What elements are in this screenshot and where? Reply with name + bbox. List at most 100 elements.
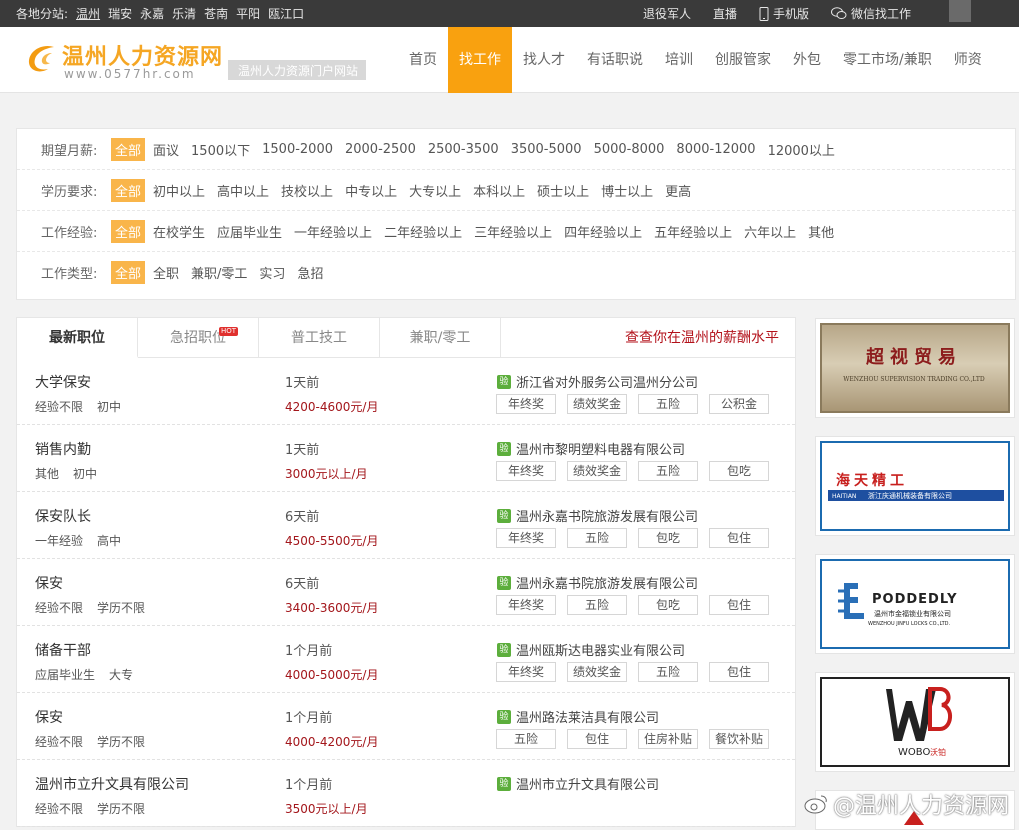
filter-option[interactable]: 1500-2000 xyxy=(258,140,337,159)
filter-option[interactable]: 8000-12000 xyxy=(672,140,759,159)
filter-option[interactable]: 2500-3500 xyxy=(424,140,503,159)
nav-find-talent[interactable]: 找人才 xyxy=(512,27,576,93)
filter-option[interactable]: 全职 xyxy=(149,261,183,284)
nav-training[interactable]: 培训 xyxy=(654,27,704,93)
filter-option[interactable]: 全部 xyxy=(111,137,146,161)
filter-option[interactable]: 全部 xyxy=(111,219,146,243)
filter-option[interactable]: 博士以上 xyxy=(597,179,657,202)
job-education: 高中 xyxy=(97,534,122,548)
job-company[interactable]: 验温州瓯斯达电器实业有限公司 xyxy=(497,640,685,659)
filter-option[interactable]: 高中以上 xyxy=(213,179,273,202)
filter-option[interactable]: 面议 xyxy=(149,138,183,161)
welfare-tags: 年终奖 绩效奖金 五险 公积金 xyxy=(496,394,769,414)
job-title[interactable]: 储备干部 xyxy=(35,640,91,660)
filter-option[interactable]: 四年经验以上 xyxy=(560,220,646,243)
job-company[interactable]: 验温州永嘉书院旅游发展有限公司 xyxy=(497,573,698,592)
nav-gig-market[interactable]: 零工市场/兼职 xyxy=(832,27,943,93)
top-links: 退役军人 直播 手机版 微信找工作 xyxy=(643,5,911,22)
veterans-link[interactable]: 退役军人 xyxy=(643,5,691,22)
tab-part-time[interactable]: 兼职/零工 xyxy=(380,318,501,358)
city-link-ruian[interactable]: 瑞安 xyxy=(108,5,132,22)
city-substations: 各地分站: 温州 瑞安 永嘉 乐清 苍南 平阳 瓯江口 xyxy=(16,5,304,22)
filter-option[interactable]: 在校学生 xyxy=(149,220,209,243)
ad-banner-haitian[interactable]: 海天精工 HAITIAN 浙江庆通机械装备有限公司 xyxy=(815,436,1015,536)
filter-option[interactable]: 全部 xyxy=(111,178,146,202)
filter-option[interactable]: 12000以上 xyxy=(764,138,839,161)
ad-banner-jinfu[interactable]: PODDEDLY 温州市金福锁业有限公司 WENZHOU JINFU LOCKS… xyxy=(815,554,1015,654)
filter-option[interactable]: 技校以上 xyxy=(277,179,337,202)
job-education: 学历不限 xyxy=(97,601,146,615)
job-company[interactable]: 验温州市立升文具有限公司 xyxy=(497,774,659,793)
city-link-oujiangkou[interactable]: 瓯江口 xyxy=(268,5,304,22)
filter-option[interactable]: 六年以上 xyxy=(740,220,800,243)
ad-banner-wobo[interactable]: WOBO 沃铂 xyxy=(815,672,1015,772)
filter-option[interactable]: 1500以下 xyxy=(187,138,254,161)
city-link-yueqing[interactable]: 乐清 xyxy=(172,5,196,22)
ad-jinfu-brand: PODDEDLY xyxy=(872,592,958,607)
tab-general-workers[interactable]: 普工技工 xyxy=(259,318,380,358)
job-requirements: 一年经验 高中 xyxy=(35,532,135,549)
filter-option[interactable]: 兼职/零工 xyxy=(187,261,251,284)
nav-teachers[interactable]: 师资 xyxy=(943,27,993,93)
filter-option[interactable]: 全部 xyxy=(111,261,146,284)
filter-option[interactable]: 二年经验以上 xyxy=(380,220,466,243)
city-link-pingyang[interactable]: 平阳 xyxy=(236,5,260,22)
job-row: 温州市立升文具有限公司 经验不限 学历不限 1个月前 3500元以上/月 验温州市… xyxy=(17,760,795,827)
job-experience: 经验不限 xyxy=(35,735,84,749)
weibo-watermark: @温州人力资源网 xyxy=(803,788,1009,820)
job-title[interactable]: 销售内勤 xyxy=(35,439,91,459)
job-title[interactable]: 保安 xyxy=(35,573,63,593)
job-posted-time: 6天前 xyxy=(285,577,320,592)
filter-option[interactable]: 初中以上 xyxy=(149,179,209,202)
filter-option[interactable]: 2000-2500 xyxy=(341,140,420,159)
job-title[interactable]: 保安 xyxy=(35,707,63,727)
nav-home[interactable]: 首页 xyxy=(398,27,448,93)
filter-option[interactable]: 其他 xyxy=(804,220,838,243)
filter-option[interactable]: 更高 xyxy=(661,179,695,202)
job-company[interactable]: 验温州路法莱洁具有限公司 xyxy=(497,707,659,726)
filter-option[interactable]: 本科以上 xyxy=(469,179,529,202)
welfare-tag: 五险 xyxy=(638,461,698,481)
job-education: 学历不限 xyxy=(97,735,146,749)
job-company[interactable]: 验浙江省对外服务公司温州分公司 xyxy=(497,372,698,391)
company-name: 温州永嘉书院旅游发展有限公司 xyxy=(516,510,699,525)
filter-option[interactable]: 一年经验以上 xyxy=(290,220,376,243)
job-title[interactable]: 温州市立升文具有限公司 xyxy=(35,774,189,794)
filter-option[interactable]: 实习 xyxy=(255,261,289,284)
tab-urgent-jobs[interactable]: 急招职位 HOT xyxy=(138,318,259,358)
job-requirements: 应届毕业生 大专 xyxy=(35,666,147,683)
welfare-tag: 五险 xyxy=(567,528,627,548)
welfare-tag: 绩效奖金 xyxy=(567,461,627,481)
site-logo[interactable]: 温州人力资源网 www.0577hr.com xyxy=(24,37,222,83)
wechat-link[interactable]: 微信找工作 xyxy=(830,5,911,22)
mobile-link[interactable]: 手机版 xyxy=(759,5,809,22)
filter-option[interactable]: 五年经验以上 xyxy=(650,220,736,243)
nav-career-talk[interactable]: 有话职说 xyxy=(576,27,654,93)
city-link-cangnan[interactable]: 苍南 xyxy=(204,5,228,22)
ad-banner-chaoshi[interactable]: 超视贸易 WENZHOU SUPERVISION TRADING CO.,LTD xyxy=(815,318,1015,418)
filter-option[interactable]: 三年经验以上 xyxy=(470,220,556,243)
nav-find-job[interactable]: 找工作 xyxy=(448,27,512,93)
city-link-yongjia[interactable]: 永嘉 xyxy=(140,5,164,22)
job-company[interactable]: 验温州永嘉书院旅游发展有限公司 xyxy=(497,506,698,525)
watermark-text: @温州人力资源网 xyxy=(832,794,1009,819)
filter-option[interactable]: 大专以上 xyxy=(405,179,465,202)
filter-option[interactable]: 5000-8000 xyxy=(590,140,669,159)
city-link-wenzhou[interactable]: 温州 xyxy=(76,5,100,22)
nav-outsourcing[interactable]: 外包 xyxy=(782,27,832,93)
filter-option[interactable]: 中专以上 xyxy=(341,179,401,202)
job-company[interactable]: 验温州市黎明塑料电器有限公司 xyxy=(497,439,685,458)
job-title[interactable]: 保安队长 xyxy=(35,506,91,526)
job-title[interactable]: 大学保安 xyxy=(35,372,91,392)
tab-latest-jobs[interactable]: 最新职位 xyxy=(17,318,138,358)
nav-service-steward[interactable]: 创服管家 xyxy=(704,27,782,93)
filter-option[interactable]: 急招 xyxy=(293,261,327,284)
user-avatar[interactable] xyxy=(949,0,971,22)
live-link[interactable]: 直播 xyxy=(713,5,737,22)
filter-option[interactable]: 3500-5000 xyxy=(507,140,586,159)
filter-option[interactable]: 硕士以上 xyxy=(533,179,593,202)
job-requirements: 经验不限 学历不限 xyxy=(35,599,159,616)
salary-check-link[interactable]: 查查你在温州的薪酬水平 xyxy=(625,318,779,358)
filter-option[interactable]: 应届毕业生 xyxy=(213,220,286,243)
job-experience: 一年经验 xyxy=(35,534,84,548)
